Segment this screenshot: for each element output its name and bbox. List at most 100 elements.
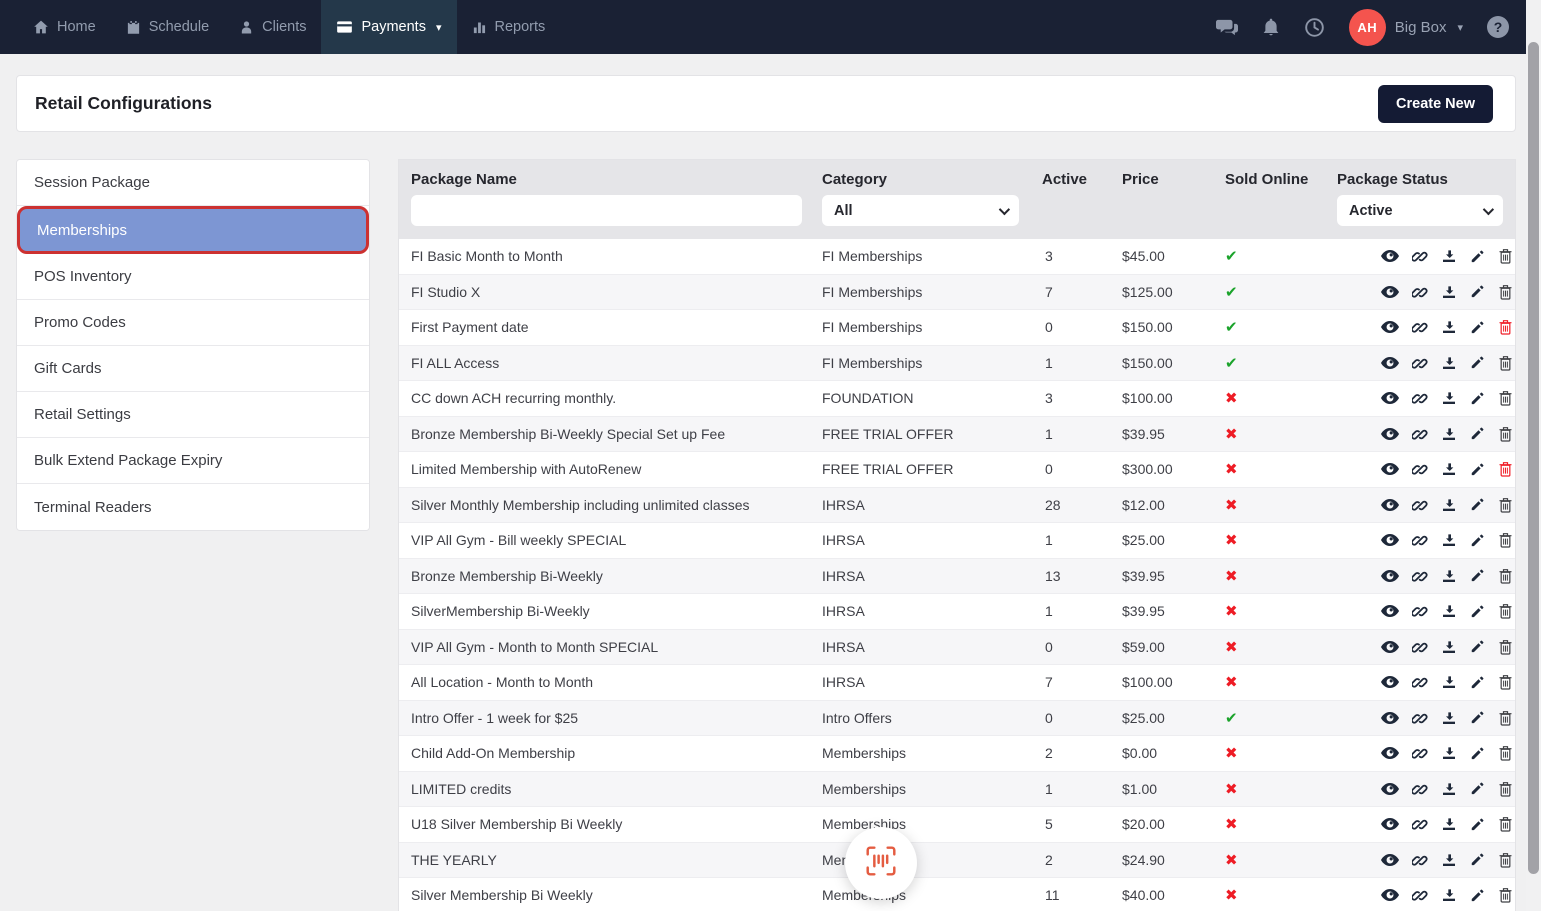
delete-icon[interactable] xyxy=(1498,284,1513,300)
edit-icon[interactable] xyxy=(1470,746,1485,761)
delete-icon[interactable] xyxy=(1498,639,1513,655)
view-icon[interactable] xyxy=(1381,320,1399,334)
view-icon[interactable] xyxy=(1381,711,1399,725)
vertical-scrollbar[interactable] xyxy=(1526,0,1541,911)
link-icon[interactable] xyxy=(1412,852,1428,868)
edit-icon[interactable] xyxy=(1470,817,1485,832)
sidebar-item-promo-codes[interactable]: Promo Codes xyxy=(17,300,369,346)
link-icon[interactable] xyxy=(1412,355,1428,371)
link-icon[interactable] xyxy=(1412,426,1428,442)
link-icon[interactable] xyxy=(1412,390,1428,406)
link-icon[interactable] xyxy=(1412,497,1428,513)
edit-icon[interactable] xyxy=(1470,781,1485,796)
edit-icon[interactable] xyxy=(1470,249,1485,264)
sidebar-item-session-package[interactable]: Session Package xyxy=(17,160,369,206)
delete-icon[interactable] xyxy=(1498,674,1513,690)
package-status-select[interactable]: Active xyxy=(1337,195,1503,226)
link-icon[interactable] xyxy=(1412,816,1428,832)
account-menu[interactable]: AH Big Box ▾ xyxy=(1348,8,1463,46)
sidebar-item-retail-settings[interactable]: Retail Settings xyxy=(17,392,369,438)
edit-icon[interactable] xyxy=(1470,462,1485,477)
link-icon[interactable] xyxy=(1412,603,1428,619)
link-icon[interactable] xyxy=(1412,781,1428,797)
sidebar-item-bulk-extend-package-expiry[interactable]: Bulk Extend Package Expiry xyxy=(17,438,369,484)
edit-icon[interactable] xyxy=(1470,426,1485,441)
nav-item-clients[interactable]: Clients xyxy=(224,0,321,54)
delete-icon[interactable] xyxy=(1498,390,1513,406)
view-icon[interactable] xyxy=(1381,888,1399,902)
nav-item-schedule[interactable]: Schedule xyxy=(111,0,224,54)
download-icon[interactable] xyxy=(1441,461,1457,477)
barcode-scanner-button[interactable] xyxy=(845,827,917,899)
delete-icon[interactable] xyxy=(1498,781,1513,797)
download-icon[interactable] xyxy=(1441,284,1457,300)
link-icon[interactable] xyxy=(1412,745,1428,761)
delete-icon[interactable] xyxy=(1498,852,1513,868)
edit-icon[interactable] xyxy=(1470,320,1485,335)
delete-icon[interactable] xyxy=(1498,461,1513,477)
link-icon[interactable] xyxy=(1412,461,1428,477)
view-icon[interactable] xyxy=(1381,249,1399,263)
download-icon[interactable] xyxy=(1441,355,1457,371)
delete-icon[interactable] xyxy=(1498,603,1513,619)
download-icon[interactable] xyxy=(1441,781,1457,797)
sidebar-item-memberships[interactable]: Memberships xyxy=(17,206,369,254)
download-icon[interactable] xyxy=(1441,745,1457,761)
view-icon[interactable] xyxy=(1381,356,1399,370)
view-icon[interactable] xyxy=(1381,285,1399,299)
view-icon[interactable] xyxy=(1381,391,1399,405)
download-icon[interactable] xyxy=(1441,887,1457,903)
link-icon[interactable] xyxy=(1412,710,1428,726)
edit-icon[interactable] xyxy=(1470,284,1485,299)
view-icon[interactable] xyxy=(1381,498,1399,512)
delete-icon[interactable] xyxy=(1498,497,1513,513)
view-icon[interactable] xyxy=(1381,604,1399,618)
download-icon[interactable] xyxy=(1441,426,1457,442)
delete-icon[interactable] xyxy=(1498,532,1513,548)
view-icon[interactable] xyxy=(1381,817,1399,831)
edit-icon[interactable] xyxy=(1470,533,1485,548)
download-icon[interactable] xyxy=(1441,532,1457,548)
view-icon[interactable] xyxy=(1381,782,1399,796)
delete-icon[interactable] xyxy=(1498,248,1513,264)
create-new-button[interactable]: Create New xyxy=(1378,84,1493,123)
link-icon[interactable] xyxy=(1412,887,1428,903)
sidebar-item-gift-cards[interactable]: Gift Cards xyxy=(17,346,369,392)
view-icon[interactable] xyxy=(1381,675,1399,689)
edit-icon[interactable] xyxy=(1470,639,1485,654)
delete-icon[interactable] xyxy=(1498,887,1513,903)
download-icon[interactable] xyxy=(1441,852,1457,868)
category-select[interactable]: All xyxy=(822,195,1019,226)
download-icon[interactable] xyxy=(1441,674,1457,690)
download-icon[interactable] xyxy=(1441,568,1457,584)
view-icon[interactable] xyxy=(1381,462,1399,476)
sidebar-item-pos-inventory[interactable]: POS Inventory xyxy=(17,254,369,300)
view-icon[interactable] xyxy=(1381,569,1399,583)
view-icon[interactable] xyxy=(1381,533,1399,547)
edit-icon[interactable] xyxy=(1470,568,1485,583)
download-icon[interactable] xyxy=(1441,639,1457,655)
link-icon[interactable] xyxy=(1412,284,1428,300)
nav-item-payments[interactable]: Payments ▾ xyxy=(321,0,457,54)
download-icon[interactable] xyxy=(1441,319,1457,335)
package-name-filter-input[interactable] xyxy=(411,195,802,226)
notifications-bell-icon[interactable] xyxy=(1262,17,1280,37)
view-icon[interactable] xyxy=(1381,746,1399,760)
delete-icon[interactable] xyxy=(1498,745,1513,761)
clock-icon[interactable] xyxy=(1304,17,1325,38)
link-icon[interactable] xyxy=(1412,639,1428,655)
download-icon[interactable] xyxy=(1441,390,1457,406)
edit-icon[interactable] xyxy=(1470,888,1485,903)
view-icon[interactable] xyxy=(1381,427,1399,441)
edit-icon[interactable] xyxy=(1470,391,1485,406)
delete-icon[interactable] xyxy=(1498,710,1513,726)
download-icon[interactable] xyxy=(1441,710,1457,726)
edit-icon[interactable] xyxy=(1470,710,1485,725)
scrollbar-thumb[interactable] xyxy=(1528,42,1539,874)
delete-icon[interactable] xyxy=(1498,319,1513,335)
view-icon[interactable] xyxy=(1381,640,1399,654)
edit-icon[interactable] xyxy=(1470,355,1485,370)
nav-item-home[interactable]: Home xyxy=(18,0,111,54)
download-icon[interactable] xyxy=(1441,497,1457,513)
edit-icon[interactable] xyxy=(1470,497,1485,512)
